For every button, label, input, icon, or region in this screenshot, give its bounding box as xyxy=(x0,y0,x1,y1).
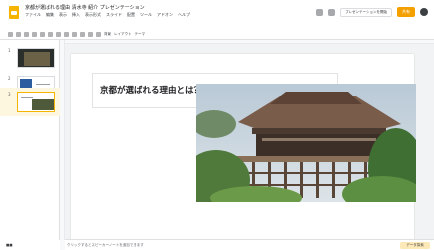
slide[interactable]: 京都が選ばれる理由とは？ xyxy=(71,54,416,250)
speaker-notes[interactable]: クリックするとスピーカーノートを追加できます データ探索 xyxy=(65,239,434,250)
share-button[interactable]: 共有 xyxy=(397,7,415,17)
slide-number: 1 xyxy=(8,48,11,53)
undo-icon[interactable] xyxy=(16,32,21,37)
slide-thumbnail-row[interactable]: 1 xyxy=(0,44,60,72)
comments-icon[interactable] xyxy=(328,8,336,16)
slide-thumbnail[interactable] xyxy=(17,48,55,68)
menu-bar: ファイル 編集 表示 挿入 表示形式 スライド 配置 ツール アドオン ヘルプ xyxy=(25,12,190,18)
slide-filmstrip: 1 2 3 xyxy=(0,40,60,240)
menu-insert[interactable]: 挿入 xyxy=(72,12,80,18)
temple-photo[interactable] xyxy=(196,84,416,202)
select-icon[interactable] xyxy=(56,32,61,37)
thumbnail-text-line xyxy=(36,84,50,85)
shape-icon[interactable] xyxy=(80,32,85,37)
slides-logo-icon[interactable] xyxy=(9,6,19,19)
slide-canvas: 京都が選ばれる理由とは？ xyxy=(65,44,434,250)
thumbnail-photo xyxy=(32,99,54,110)
slide-title: 京都が選ばれる理由とは？ xyxy=(100,86,203,96)
menu-file[interactable]: ファイル xyxy=(25,12,41,18)
slide-thumbnail[interactable] xyxy=(17,92,55,112)
comment-history-icon[interactable] xyxy=(316,8,324,16)
print-icon[interactable] xyxy=(32,32,37,37)
toolbar-items: 背景 レイアウト テーマ xyxy=(8,32,145,37)
speaker-notes-placeholder: クリックするとスピーカーノートを追加できます xyxy=(67,243,144,247)
toolbar-layout-button[interactable]: レイアウト xyxy=(114,32,132,37)
line-icon[interactable] xyxy=(88,32,93,37)
menu-view[interactable]: 表示 xyxy=(59,12,67,18)
paint-format-icon[interactable] xyxy=(40,32,45,37)
textbox-icon[interactable] xyxy=(64,32,69,37)
temple-photo-graphic xyxy=(196,84,416,202)
slides-app: 京都が選ばれる理由 清水寺 紹介 プレゼンテーション ファイル 編集 表示 挿入… xyxy=(0,0,434,250)
header: 京都が選ばれる理由 清水寺 紹介 プレゼンテーション ファイル 編集 表示 挿入… xyxy=(0,0,434,30)
thumbnail-text-line xyxy=(21,97,33,98)
toolbar: 背景 レイアウト テーマ xyxy=(0,30,434,40)
header-actions: プレゼンテーションを開始 共有 xyxy=(316,7,428,17)
thumbnail-photo xyxy=(24,52,50,66)
menu-arrange[interactable]: 配置 xyxy=(127,12,135,18)
new-slide-icon[interactable] xyxy=(8,32,13,37)
redo-icon[interactable] xyxy=(24,32,29,37)
grid-view-button[interactable]: ■■ xyxy=(6,243,13,247)
zoom-icon[interactable] xyxy=(48,32,53,37)
avatar[interactable] xyxy=(420,8,428,16)
slide-thumbnail-row-selected[interactable]: 3 xyxy=(0,88,60,116)
menu-edit[interactable]: 編集 xyxy=(46,12,54,18)
comment-add-icon[interactable] xyxy=(96,32,101,37)
menu-slide[interactable]: スライド xyxy=(106,12,122,18)
explore-button[interactable]: データ探索 xyxy=(400,242,430,249)
toolbar-background-button[interactable]: 背景 xyxy=(104,32,111,37)
menu-addons[interactable]: アドオン xyxy=(157,12,173,18)
menu-tools[interactable]: ツール xyxy=(140,12,152,18)
image-icon[interactable] xyxy=(72,32,77,37)
toolbar-theme-button[interactable]: テーマ xyxy=(135,32,146,37)
present-button[interactable]: プレゼンテーションを開始 xyxy=(340,7,392,17)
slide-number: 2 xyxy=(8,76,11,81)
menu-help[interactable]: ヘルプ xyxy=(178,12,190,18)
view-toggle[interactable]: ■■ xyxy=(0,240,60,250)
document-title[interactable]: 京都が選ばれる理由 清水寺 紹介 プレゼンテーション xyxy=(25,4,145,11)
slide-number: 3 xyxy=(8,92,11,97)
menu-format[interactable]: 表示形式 xyxy=(85,12,101,18)
